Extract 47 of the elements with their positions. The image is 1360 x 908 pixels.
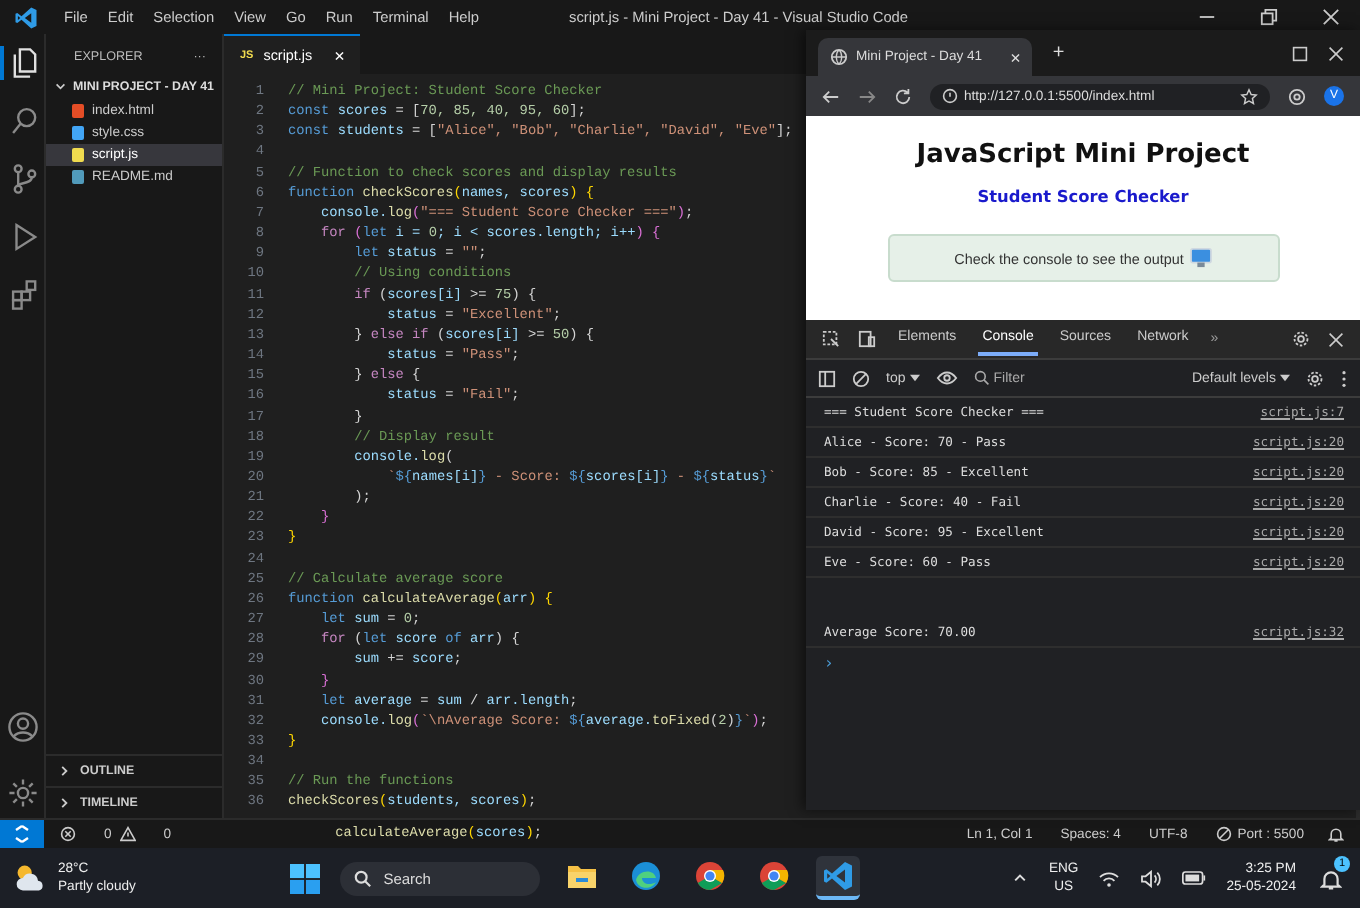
bell-icon[interactable] <box>1328 826 1344 843</box>
more-icon[interactable] <box>1340 369 1348 387</box>
chevron-up-icon[interactable] <box>1012 870 1029 887</box>
reload-icon[interactable] <box>894 87 912 105</box>
search-icon <box>353 869 372 888</box>
settings-icon[interactable] <box>1306 369 1324 387</box>
maximize-icon[interactable] <box>1292 45 1308 61</box>
vscode-icon[interactable] <box>815 856 860 901</box>
close-icon[interactable] <box>1328 45 1344 61</box>
page-subheading: Student Score Checker <box>977 186 1189 206</box>
no-entry-icon <box>1215 826 1232 843</box>
close-tab-button[interactable]: × <box>1010 47 1021 67</box>
forward-icon[interactable] <box>858 87 876 105</box>
page-heading: JavaScript Mini Project <box>916 140 1250 170</box>
info-icon[interactable] <box>942 88 958 104</box>
warning-icon[interactable] <box>119 826 136 843</box>
windows-start-icon[interactable] <box>289 863 320 894</box>
error-icon[interactable] <box>60 826 76 843</box>
sidebar-toggle-icon[interactable] <box>818 369 836 387</box>
console-prompt[interactable]: › <box>806 648 852 678</box>
caret-icon <box>909 374 920 382</box>
bell-icon[interactable] <box>1319 867 1341 890</box>
inspect-icon[interactable] <box>822 330 840 348</box>
monitor-icon <box>1189 248 1212 268</box>
close-icon[interactable] <box>1322 8 1340 26</box>
settings-icon[interactable] <box>5 776 39 811</box>
search-icon <box>973 370 990 386</box>
close-tab-button[interactable]: × <box>334 45 345 65</box>
close-icon[interactable] <box>1328 331 1344 347</box>
wifi-icon[interactable] <box>1098 869 1121 888</box>
remote-icon[interactable] <box>0 820 44 849</box>
clear-console-icon[interactable] <box>852 369 870 387</box>
partly-cloudy-icon[interactable] <box>12 862 48 895</box>
extension-icon[interactable] <box>1288 87 1306 105</box>
settings-icon[interactable] <box>1292 330 1310 348</box>
battery-icon[interactable] <box>1182 870 1207 887</box>
back-icon[interactable] <box>822 87 840 105</box>
eye-icon[interactable] <box>935 370 958 386</box>
new-tab-button[interactable]: + <box>1052 42 1065 64</box>
account-icon[interactable] <box>5 710 39 745</box>
globe-icon <box>830 48 848 66</box>
star-icon[interactable] <box>1240 87 1258 105</box>
vscode-logo-icon <box>14 5 38 29</box>
device-toolbar-icon[interactable] <box>858 330 876 348</box>
restore-icon[interactable] <box>1260 8 1278 26</box>
caret-icon <box>1280 374 1290 382</box>
volume-icon[interactable] <box>1140 869 1163 888</box>
